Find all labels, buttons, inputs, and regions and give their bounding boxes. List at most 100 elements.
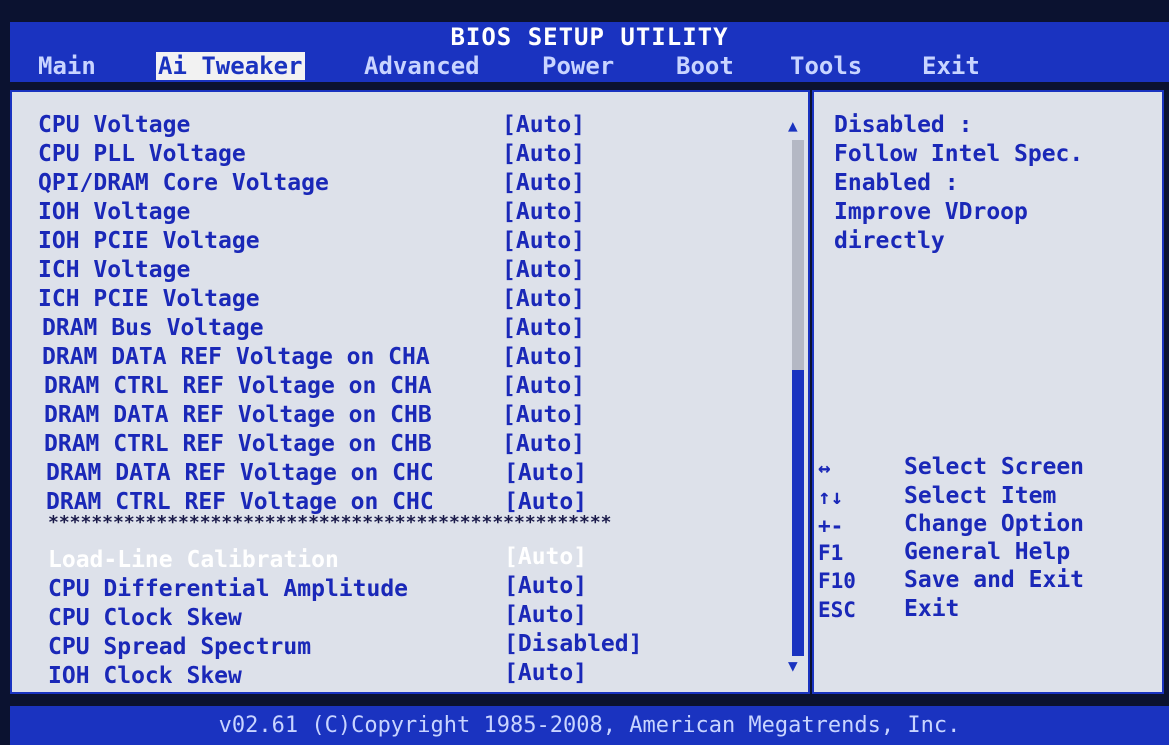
setting-label: DRAM Bus Voltage xyxy=(42,315,264,341)
setting-label: DRAM DATA REF Voltage on CHA xyxy=(42,344,430,370)
menu-main[interactable]: Main xyxy=(36,52,98,80)
setting-label: DRAM DATA REF Voltage on CHB xyxy=(44,402,432,428)
key-description: Change Option xyxy=(904,511,1085,537)
menu-tools[interactable]: Tools xyxy=(788,52,864,80)
setting-label: CPU Voltage xyxy=(38,112,191,138)
scroll-down-arrow-icon[interactable]: ▼ xyxy=(788,656,798,675)
key-description: Select Screen xyxy=(904,454,1085,480)
setting-qpi-dram-core-voltage[interactable]: QPI/DRAM Core Voltage xyxy=(38,169,329,198)
setting-label: Load-Line Calibration xyxy=(48,547,339,573)
setting-ioh-pcie-voltage[interactable]: IOH PCIE Voltage xyxy=(38,227,260,256)
help-line: directly xyxy=(834,228,945,254)
setting-value[interactable]: [Auto] xyxy=(504,572,587,601)
key-esc: ESC xyxy=(818,598,856,622)
setting-dram-data-ref-cha[interactable]: DRAM DATA REF Voltage on CHA xyxy=(42,343,430,372)
setting-value[interactable]: [Auto] xyxy=(502,169,585,198)
setting-value[interactable]: [Auto] xyxy=(502,227,585,256)
setting-value[interactable]: [Auto] xyxy=(504,601,587,630)
key-description: Exit xyxy=(904,596,960,622)
setting-value-text: [Auto] xyxy=(502,286,586,312)
setting-label: QPI/DRAM Core Voltage xyxy=(38,170,329,196)
setting-dram-ctrl-ref-chb[interactable]: DRAM CTRL REF Voltage on CHB xyxy=(44,430,432,459)
separator-line: ****************************************… xyxy=(48,512,612,533)
setting-value[interactable]: [Auto] xyxy=(504,459,587,488)
setting-label: CPU Clock Skew xyxy=(48,605,242,631)
scrollbar-thumb[interactable] xyxy=(792,370,804,656)
setting-value[interactable]: [Auto] xyxy=(504,543,587,572)
up-down-arrow-icon: ↑↓ xyxy=(818,485,844,509)
setting-value[interactable]: [Auto] xyxy=(502,285,585,314)
setting-value-text: [Auto] xyxy=(502,402,586,428)
setting-cpu-pll-voltage[interactable]: CPU PLL Voltage xyxy=(38,140,246,169)
key-description: Select Item xyxy=(904,483,1057,509)
menu-boot[interactable]: Boot xyxy=(674,52,736,80)
key-description: General Help xyxy=(904,539,1071,565)
setting-value[interactable]: [Auto] xyxy=(502,430,585,459)
plus-minus-icon: +- xyxy=(818,514,844,538)
setting-value-text: [Auto] xyxy=(502,228,586,254)
setting-label: IOH Voltage xyxy=(38,199,191,225)
setting-value[interactable]: [Auto] xyxy=(502,256,585,285)
left-right-arrow-icon: ↔ xyxy=(818,456,831,480)
setting-value[interactable]: [Auto] xyxy=(502,111,585,140)
setting-label: DRAM CTRL REF Voltage on CHA xyxy=(44,373,432,399)
bios-title: BIOS SETUP UTILITY xyxy=(10,22,1169,52)
setting-value-text: [Auto] xyxy=(504,544,588,570)
key-description: Save and Exit xyxy=(904,567,1085,593)
help-line: Follow Intel Spec. xyxy=(834,141,1084,167)
setting-dram-data-ref-chc[interactable]: DRAM DATA REF Voltage on CHC xyxy=(46,459,434,488)
setting-value-text: [Auto] xyxy=(502,373,586,399)
menu-bar: Main Ai Tweaker Advanced Power Boot Tool… xyxy=(10,52,1169,82)
setting-value[interactable]: [Auto] xyxy=(504,659,587,688)
setting-value-text: [Auto] xyxy=(502,170,586,196)
setting-ioh-clock-skew[interactable]: IOH Clock Skew xyxy=(48,662,242,691)
setting-dram-data-ref-chb[interactable]: DRAM DATA REF Voltage on CHB xyxy=(44,401,432,430)
setting-value[interactable]: [Auto] xyxy=(502,140,585,169)
setting-value[interactable]: [Auto] xyxy=(502,372,585,401)
setting-value-text: [Auto] xyxy=(502,315,586,341)
setting-ich-pcie-voltage[interactable]: ICH PCIE Voltage xyxy=(38,285,260,314)
setting-dram-ctrl-ref-cha[interactable]: DRAM CTRL REF Voltage on CHA xyxy=(44,372,432,401)
key-f1: F1 xyxy=(818,541,844,565)
menu-power[interactable]: Power xyxy=(540,52,616,80)
setting-value[interactable]: [Auto] xyxy=(502,401,585,430)
setting-value[interactable]: [Auto] xyxy=(502,198,585,227)
setting-value-text: [Auto] xyxy=(504,573,588,599)
setting-load-line-calibration[interactable]: Load-Line Calibration xyxy=(48,546,339,575)
menu-ai-tweaker[interactable]: Ai Tweaker xyxy=(156,52,305,80)
setting-label: ICH Voltage xyxy=(38,257,191,283)
menu-exit[interactable]: Exit xyxy=(920,52,982,80)
setting-label: IOH Clock Skew xyxy=(48,663,242,689)
setting-value-text: [Auto] xyxy=(504,660,588,686)
setting-label: CPU Spread Spectrum xyxy=(48,634,312,660)
help-line: Improve VDroop xyxy=(834,199,1028,225)
setting-label: DRAM CTRL REF Voltage on CHB xyxy=(44,431,432,457)
setting-value-text: [Auto] xyxy=(502,431,586,457)
setting-value-text: [Auto] xyxy=(502,257,586,283)
setting-value[interactable]: [Disabled] xyxy=(504,630,642,659)
help-line: Disabled : xyxy=(834,112,973,138)
setting-label: CPU Differential Amplitude xyxy=(48,576,409,602)
copyright-footer: v02.61 (C)Copyright 1985-2008, American … xyxy=(10,706,1169,745)
menu-advanced[interactable]: Advanced xyxy=(362,52,482,80)
setting-cpu-differential-amplitude[interactable]: CPU Differential Amplitude xyxy=(48,575,408,604)
setting-cpu-clock-skew[interactable]: CPU Clock Skew xyxy=(48,604,242,633)
setting-dram-bus-voltage[interactable]: DRAM Bus Voltage xyxy=(42,314,264,343)
setting-value[interactable]: [Auto] xyxy=(502,343,585,372)
setting-label: ICH PCIE Voltage xyxy=(38,286,260,312)
setting-value[interactable]: [Auto] xyxy=(502,314,585,343)
setting-ich-voltage[interactable]: ICH Voltage xyxy=(38,256,190,285)
setting-value-text: [Auto] xyxy=(504,602,588,628)
setting-value-text: [Auto] xyxy=(502,344,586,370)
setting-label: IOH PCIE Voltage xyxy=(38,228,260,254)
setting-ioh-voltage[interactable]: IOH Voltage xyxy=(38,198,190,227)
help-line: Enabled : xyxy=(834,170,959,196)
setting-value-text: [Auto] xyxy=(502,141,586,167)
setting-value-text: [Auto] xyxy=(504,460,588,486)
setting-value-text: [Auto] xyxy=(502,112,586,138)
setting-label: DRAM DATA REF Voltage on CHC xyxy=(46,460,434,486)
setting-cpu-spread-spectrum[interactable]: CPU Spread Spectrum xyxy=(48,633,311,662)
setting-cpu-voltage[interactable]: CPU Voltage xyxy=(38,111,190,140)
scroll-up-arrow-icon[interactable]: ▲ xyxy=(788,116,798,135)
key-f10: F10 xyxy=(818,569,856,593)
